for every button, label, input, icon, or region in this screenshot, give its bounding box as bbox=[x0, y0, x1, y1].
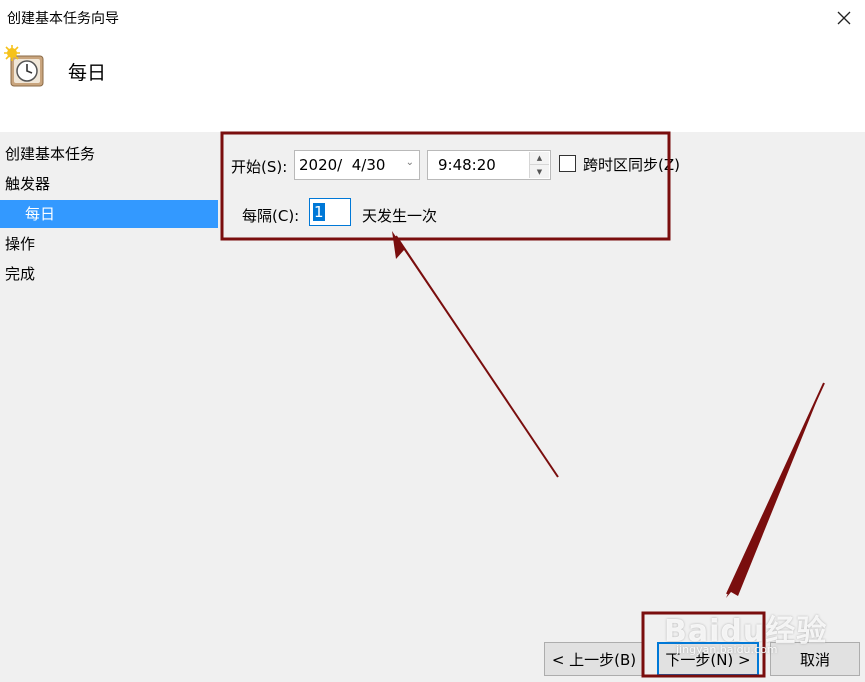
page-title: 每日 bbox=[68, 62, 107, 84]
wizard-body: 创建基本任务 触发器 每日 操作 完成 开始(S): 2020/ 4/30 ⌄ … bbox=[0, 132, 865, 682]
window-title: 创建基本任务向导 bbox=[7, 11, 119, 27]
sync-timezones-label[interactable]: 跨时区同步(Z) bbox=[583, 154, 680, 175]
recur-suffix-label: 天发生一次 bbox=[362, 207, 438, 225]
step-label: 创建基本任务 bbox=[5, 145, 96, 163]
start-date-picker[interactable]: 2020/ 4/30 ⌄ bbox=[294, 150, 420, 180]
spin-up-icon[interactable]: ▲ bbox=[530, 152, 549, 165]
sync-timezones-checkbox[interactable] bbox=[559, 155, 576, 172]
step-label: 触发器 bbox=[5, 175, 51, 193]
step-daily[interactable]: 每日 bbox=[0, 200, 218, 228]
wizard-header: 每日 bbox=[0, 36, 865, 132]
recur-days-input[interactable]: 1 bbox=[309, 198, 351, 226]
time-spinner: ▲ ▼ bbox=[529, 152, 549, 178]
spin-down-icon[interactable]: ▼ bbox=[530, 165, 549, 178]
start-label: 开始(S): bbox=[231, 158, 288, 176]
step-label: 每日 bbox=[25, 205, 56, 223]
task-scheduler-clock-icon bbox=[4, 45, 44, 87]
recur-days-value: 1 bbox=[313, 203, 325, 221]
title-bar: 创建基本任务向导 bbox=[0, 0, 865, 36]
create-basic-task-wizard: 创建基本任务向导 每日 创建基本任务 触发器 每日 操作 完成 开始(S): 2… bbox=[0, 0, 865, 682]
step-finish[interactable]: 完成 bbox=[0, 260, 218, 288]
back-button[interactable]: < 上一步(B) bbox=[544, 642, 644, 676]
step-action[interactable]: 操作 bbox=[0, 230, 218, 258]
baidu-watermark-url: jingyan.baidu.com bbox=[676, 643, 778, 656]
cancel-button-label: 取消 bbox=[799, 650, 830, 669]
step-create-basic-task[interactable]: 创建基本任务 bbox=[0, 140, 218, 168]
close-button[interactable] bbox=[826, 4, 862, 32]
start-date-value: 2020/ 4/30 bbox=[299, 156, 386, 174]
recur-label: 每隔(C): bbox=[242, 207, 300, 225]
step-label: 操作 bbox=[5, 235, 36, 253]
step-label: 完成 bbox=[5, 265, 36, 283]
step-trigger[interactable]: 触发器 bbox=[0, 170, 218, 198]
close-icon bbox=[837, 11, 851, 25]
chevron-down-icon[interactable]: ⌄ bbox=[406, 157, 414, 168]
start-time-value: 9:48:20 bbox=[438, 156, 496, 174]
start-time-input[interactable]: 9:48:20 ▲ ▼ bbox=[427, 150, 551, 180]
back-button-label: < 上一步(B) bbox=[551, 650, 637, 669]
